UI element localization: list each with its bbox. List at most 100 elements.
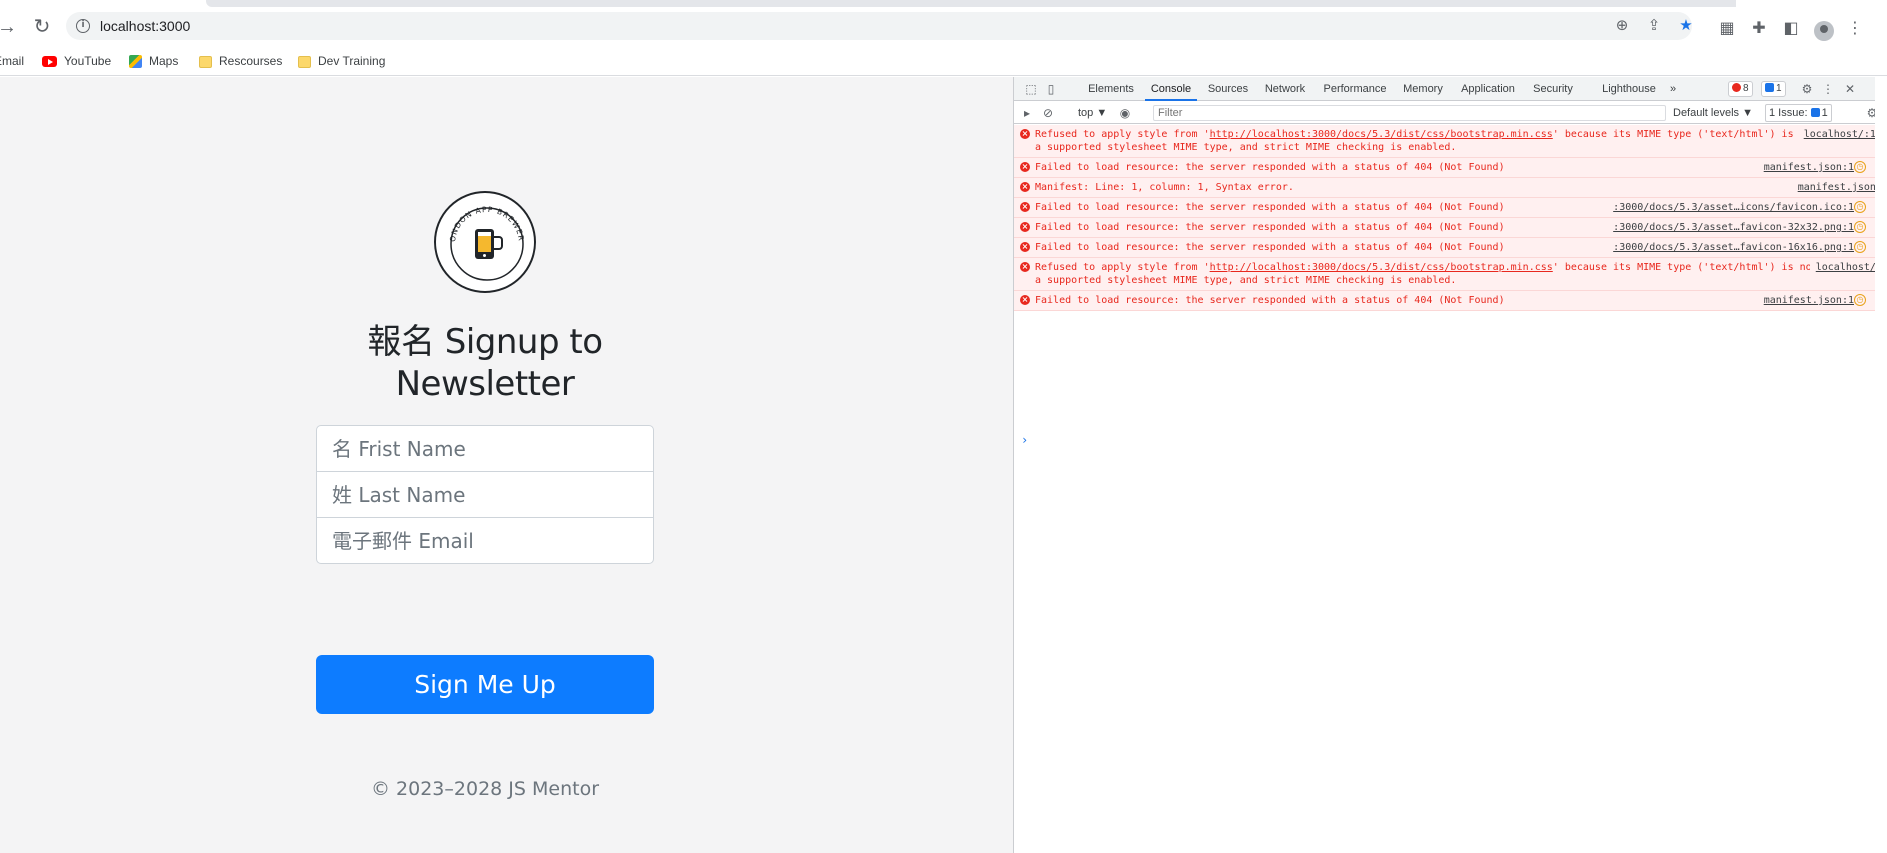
console-message-text: Manifest: Line: 1, column: 1, Syntax err… bbox=[1035, 182, 1294, 193]
console-toolbar: ▸ ⊘ top ▼ ◉ Default levels ▼ 1 Issue: 1 … bbox=[1014, 102, 1887, 124]
tab-sources[interactable]: Sources bbox=[1203, 77, 1253, 101]
tab-strip bbox=[0, 0, 1887, 8]
message-source-link[interactable]: manifest.json:1 bbox=[1791, 181, 1887, 194]
extension-icon[interactable]: ▦ bbox=[1716, 18, 1738, 40]
bookmark-label: Email bbox=[0, 54, 25, 68]
page-title: 報名 Signup to Newsletter bbox=[315, 321, 655, 405]
console-message-text: Failed to load resource: the server resp… bbox=[1035, 295, 1505, 306]
message-source-link[interactable]: manifest.json:1 bbox=[1757, 294, 1854, 307]
browser-window: → ↻ i localhost:3000 ⊕ ⇪ ★ ▦ ✚ ◧ ⋮ Email… bbox=[0, 0, 1887, 853]
reload-icon[interactable]: ↻ bbox=[29, 14, 55, 40]
message-source-link[interactable]: :3000/docs/5.3/asset…icons/favicon.ico:1 bbox=[1607, 201, 1854, 214]
bookmark-label: Maps bbox=[149, 54, 179, 68]
tab-console[interactable]: Console bbox=[1145, 77, 1197, 101]
page-scrollbar[interactable] bbox=[1875, 77, 1887, 853]
zoom-icon[interactable]: ⊕ bbox=[1612, 16, 1632, 36]
folder-icon bbox=[199, 55, 212, 68]
console-error-row: × Manifest: Line: 1, column: 1, Syntax er… bbox=[1014, 178, 1887, 198]
bookmark-youtube[interactable]: YouTube bbox=[42, 52, 111, 70]
console-prompt[interactable]: › bbox=[1021, 433, 1028, 447]
message-source-link[interactable]: manifest.json:1 bbox=[1757, 161, 1854, 174]
tab-application[interactable]: Application bbox=[1455, 77, 1521, 101]
bookmark-email[interactable]: Email bbox=[0, 52, 24, 70]
inspect-icon[interactable]: ⬚ bbox=[1023, 81, 1039, 97]
tab-performance[interactable]: Performance bbox=[1319, 77, 1391, 101]
puzzle-icon[interactable]: ✚ bbox=[1748, 18, 1770, 40]
message-source-link[interactable]: :3000/docs/5.3/asset…favicon-16x16.png:1 bbox=[1607, 241, 1854, 254]
issue-icon bbox=[1810, 108, 1820, 117]
error-icon: × bbox=[1020, 162, 1030, 172]
tab-elements[interactable]: Elements bbox=[1084, 77, 1138, 101]
footer-copyright: © 2023–2028 JS Mentor bbox=[371, 778, 599, 800]
tab-security[interactable]: Security bbox=[1528, 77, 1578, 101]
clock-icon[interactable]: ◷ bbox=[1854, 294, 1866, 306]
folder-icon bbox=[298, 55, 311, 68]
sidebar-toggle-icon[interactable]: ▸ bbox=[1019, 105, 1035, 121]
console-error-row: × Failed to load resource: the server res… bbox=[1014, 291, 1887, 311]
tab-memory[interactable]: Memory bbox=[1397, 77, 1449, 101]
bookmark-label: Dev Training bbox=[318, 54, 386, 68]
issues-count: 1 bbox=[1821, 107, 1828, 119]
console-message-text: Failed to load resource: the server resp… bbox=[1035, 162, 1505, 173]
bookmark-rescourses[interactable]: Rescourses bbox=[199, 52, 282, 70]
first-name-input[interactable] bbox=[316, 425, 654, 472]
error-icon: × bbox=[1020, 242, 1030, 252]
sidepanel-icon[interactable]: ◧ bbox=[1780, 18, 1802, 40]
title-line-1: 報名 Signup to bbox=[367, 322, 603, 362]
message-link[interactable]: http://localhost:3000/docs/5.3/dist/css/… bbox=[1210, 129, 1553, 140]
clock-icon[interactable]: ◷ bbox=[1854, 201, 1866, 213]
console-filter-input[interactable] bbox=[1153, 105, 1666, 121]
error-icon: × bbox=[1020, 129, 1030, 139]
context-select[interactable]: top ▼ bbox=[1078, 105, 1107, 121]
eye-icon[interactable]: ◉ bbox=[1117, 105, 1133, 121]
error-icon: × bbox=[1020, 295, 1030, 305]
bookmark-label: YouTube bbox=[64, 54, 112, 68]
share-icon[interactable]: ⇪ bbox=[1644, 16, 1664, 36]
message-source-link[interactable]: localhost/:112 bbox=[1797, 128, 1887, 141]
bookmark-maps[interactable]: Maps bbox=[129, 52, 178, 70]
clear-console-icon[interactable]: ⊘ bbox=[1040, 105, 1056, 121]
settings-gear-icon[interactable]: ⚙ bbox=[1799, 81, 1815, 97]
device-toggle-icon[interactable]: ▯ bbox=[1043, 81, 1059, 97]
bookmark-dev-training[interactable]: Dev Training bbox=[298, 52, 385, 70]
youtube-icon bbox=[42, 56, 57, 68]
last-name-input[interactable] bbox=[316, 471, 654, 518]
email-input[interactable] bbox=[316, 517, 654, 564]
address-bar[interactable]: i localhost:3000 ⊕ ⇪ ★ bbox=[66, 12, 1693, 40]
more-options-icon[interactable]: ⋮ bbox=[1820, 81, 1836, 97]
message-count-badge[interactable]: 1 bbox=[1761, 81, 1786, 97]
message-text: Refused to apply style from ' bbox=[1035, 262, 1210, 273]
message-text: Manifest: Line: 1, column: 1, Syntax err… bbox=[1035, 182, 1294, 193]
star-icon[interactable]: ★ bbox=[1676, 16, 1696, 36]
console-error-row: × Refused to apply style from 'http://loc… bbox=[1014, 125, 1887, 158]
clock-icon[interactable]: ◷ bbox=[1854, 161, 1866, 173]
message-count: 1 bbox=[1776, 83, 1782, 94]
bookmarks-bar: Email YouTube Maps Rescourses Dev Traini… bbox=[0, 44, 1887, 76]
message-source-link[interactable]: :3000/docs/5.3/asset…favicon-32x32.png:1 bbox=[1607, 221, 1854, 234]
url-text[interactable]: localhost:3000 bbox=[100, 18, 190, 34]
back-arrow-icon[interactable]: → bbox=[0, 14, 20, 40]
sign-me-up-button[interactable]: Sign Me Up bbox=[316, 655, 654, 714]
tab-network[interactable]: Network bbox=[1259, 77, 1311, 101]
issues-badge[interactable]: 1 Issue: 1 bbox=[1765, 104, 1832, 122]
devtools-tabbar: ⬚ ▯ Elements Console Sources Network Per… bbox=[1014, 77, 1887, 101]
error-count-badge[interactable]: 8 bbox=[1728, 81, 1753, 97]
close-icon[interactable]: ✕ bbox=[1842, 81, 1858, 97]
console-message-text: Failed to load resource: the server resp… bbox=[1035, 242, 1505, 253]
clock-icon[interactable]: ◷ bbox=[1854, 221, 1866, 233]
error-icon: × bbox=[1020, 222, 1030, 232]
console-messages: × Refused to apply style from 'http://loc… bbox=[1014, 125, 1887, 311]
console-error-row: × Refused to apply style from 'http://loc… bbox=[1014, 258, 1887, 291]
clock-icon[interactable]: ◷ bbox=[1854, 241, 1866, 253]
message-link[interactable]: http://localhost:3000/docs/5.3/dist/css/… bbox=[1210, 262, 1553, 273]
tab-lighthouse[interactable]: Lighthouse bbox=[1599, 77, 1659, 101]
info-icon[interactable]: i bbox=[76, 19, 90, 33]
profile-icon[interactable] bbox=[1814, 21, 1834, 41]
message-text: Failed to load resource: the server resp… bbox=[1035, 162, 1505, 173]
menu-icon[interactable]: ⋮ bbox=[1844, 18, 1866, 40]
log-levels-select[interactable]: Default levels ▼ bbox=[1673, 105, 1753, 121]
signup-form bbox=[316, 425, 654, 564]
more-tabs-icon[interactable]: » bbox=[1665, 77, 1681, 101]
message-text: Failed to load resource: the server resp… bbox=[1035, 222, 1505, 233]
tab-strip-background bbox=[206, 0, 1736, 7]
